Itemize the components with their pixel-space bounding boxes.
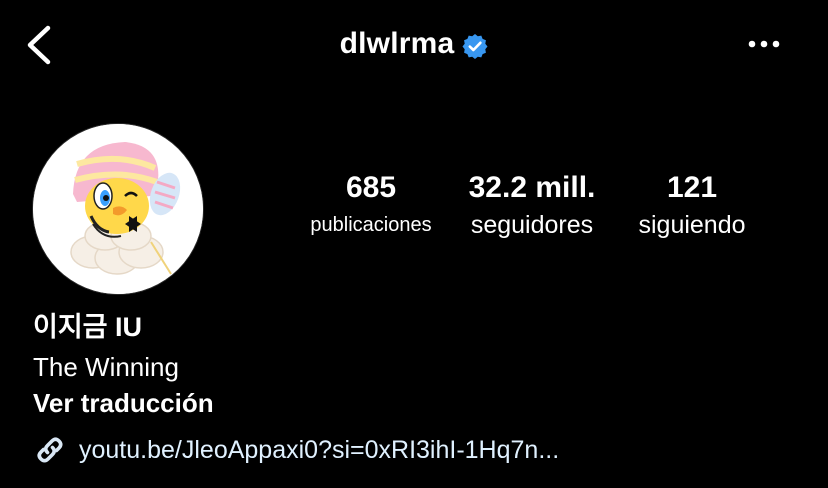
following-label: siguiendo [638,211,746,239]
header-title-group: dlwlrma [0,24,828,64]
profile-bio: The Winning [33,352,179,382]
avatar-illustration [33,124,203,294]
profile-avatar[interactable] [33,124,203,294]
verified-badge-icon [462,34,488,59]
more-options-button[interactable] [744,30,784,58]
link-icon [37,437,63,463]
following-count-stat[interactable]: 121 siguiendo [622,168,762,242]
posts-label: publicaciones [310,214,432,236]
followers-count-stat[interactable]: 32.2 mill. seguidores [456,168,608,242]
profile-display-name: 이지금 IU [33,312,143,342]
top-bar: dlwlrma [0,0,828,90]
more-horizontal-icon [748,40,780,48]
followers-count: 32.2 mill. [468,171,596,204]
following-count: 121 [666,171,718,204]
profile-link-text: youtu.be/JleoAppaxi0?si=0xRI3ihI-1Hq7n..… [79,436,560,464]
posts-count-stat[interactable]: 685 publicaciones [296,168,446,242]
posts-count: 685 [345,171,397,204]
followers-label: seguidores [470,211,594,239]
translate-bio-link[interactable]: Ver traducción [33,386,214,420]
username-title: dlwlrma [339,27,455,60]
profile-external-link[interactable]: youtu.be/JleoAppaxi0?si=0xRI3ihI-1Hq7n..… [33,433,559,467]
